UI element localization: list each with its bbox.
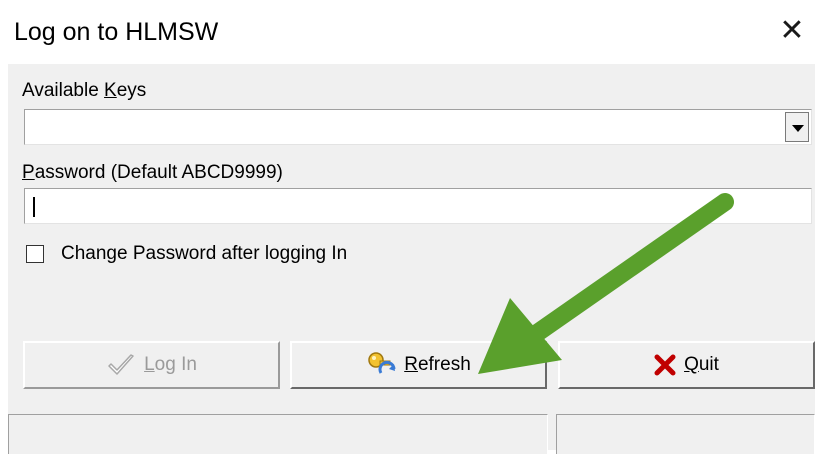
log-in-label: Log In bbox=[144, 354, 197, 375]
available-keys-label: Available Keys bbox=[22, 80, 147, 101]
refresh-button[interactable]: Refresh bbox=[290, 341, 547, 389]
quit-button[interactable]: Quit bbox=[558, 341, 815, 389]
title-bar: Log on to HLMSW ✕ bbox=[0, 0, 815, 64]
window-title: Log on to HLMSW bbox=[14, 18, 219, 46]
password-label: Password (Default ABCD9999) bbox=[22, 162, 283, 183]
status-bar-panel-left bbox=[8, 414, 548, 454]
status-bar-panel-right bbox=[556, 414, 815, 454]
red-x-icon bbox=[654, 354, 676, 376]
refresh-label: Refresh bbox=[404, 354, 471, 375]
change-password-label[interactable]: Change Password after logging In bbox=[61, 243, 347, 265]
chevron-down-icon bbox=[792, 125, 804, 132]
key-refresh-icon bbox=[366, 351, 396, 379]
log-in-button[interactable]: Log In bbox=[23, 341, 280, 389]
quit-label: Quit bbox=[684, 354, 719, 375]
dropdown-arrow-button[interactable] bbox=[785, 112, 809, 142]
available-keys-dropdown[interactable] bbox=[24, 109, 812, 145]
close-button[interactable]: ✕ bbox=[775, 14, 809, 48]
checkmark-icon bbox=[106, 352, 136, 378]
change-password-checkbox[interactable] bbox=[26, 245, 44, 263]
password-field[interactable] bbox=[24, 188, 812, 224]
text-caret bbox=[33, 197, 35, 217]
